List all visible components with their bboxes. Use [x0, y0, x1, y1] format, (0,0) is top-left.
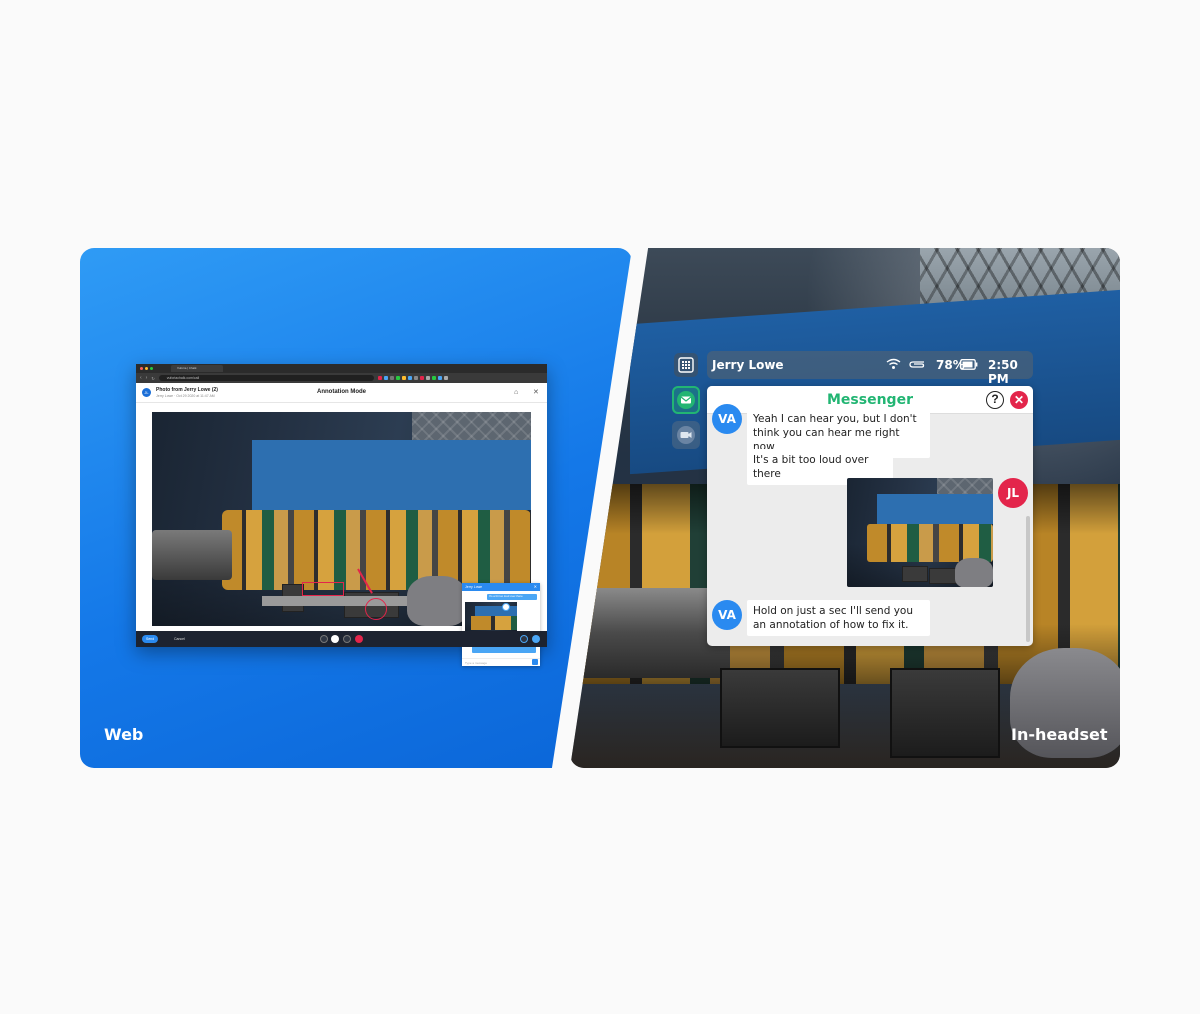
cancel-button[interactable]: Cancel: [170, 635, 189, 643]
close-icon[interactable]: ✕: [1010, 391, 1028, 409]
extension-icon[interactable]: [401, 376, 406, 380]
extension-icons: [377, 376, 448, 380]
send-icon[interactable]: [532, 659, 538, 665]
extension-icon[interactable]: [431, 376, 436, 380]
messenger-window: Messenger ? ✕ VA Yeah I can hear you, bu…: [707, 386, 1033, 646]
send-button-label: Send: [146, 637, 155, 641]
browser-tabbar: Vuforia | Chalk: [136, 364, 547, 373]
video-call-button[interactable]: [672, 421, 700, 449]
reload-icon[interactable]: ↻: [151, 376, 154, 381]
messenger-title: Messenger: [827, 392, 913, 408]
browser-urlbar: ‹ › ↻ vuforiachalk.com/call: [136, 373, 547, 383]
cancel-button-label: Cancel: [174, 637, 185, 641]
help-icon[interactable]: ?: [986, 391, 1004, 409]
extension-icon[interactable]: [419, 376, 424, 380]
extension-icon[interactable]: [437, 376, 442, 380]
user-name: Jerry Lowe: [712, 358, 784, 372]
headset-panel-label: In-headset: [1011, 725, 1108, 744]
wifi-icon: [886, 358, 901, 369]
annotation-canvas: Jerry Lowe ✕ It's a bit too loud over th…: [136, 403, 547, 666]
end-call-icon[interactable]: [355, 635, 363, 643]
chat-message: It's a bit too loud over there: [487, 594, 537, 600]
window-maximize-dot[interactable]: [150, 367, 153, 370]
extension-icon[interactable]: [407, 376, 412, 380]
chat-input[interactable]: Type a message: [462, 658, 540, 666]
extension-icon[interactable]: [377, 376, 382, 380]
chat-title: Jerry Lowe: [465, 585, 483, 589]
annotation-header: JL Photo from Jerry Lowe (2) Jerry Lowe …: [136, 383, 547, 403]
back-icon[interactable]: ‹: [140, 375, 142, 381]
url-field[interactable]: vuforiachalk.com/call: [158, 375, 374, 381]
extension-icon[interactable]: [389, 376, 394, 380]
clock-time: 2:50 PM: [988, 358, 1018, 386]
settings-icon[interactable]: [320, 635, 328, 643]
apps-grid-button[interactable]: [674, 353, 698, 377]
messenger-button[interactable]: [672, 386, 700, 414]
paperclip-icon: [909, 361, 925, 368]
scrollbar[interactable]: [1026, 516, 1030, 642]
message-icon: [677, 391, 695, 409]
extension-icon[interactable]: [383, 376, 388, 380]
message-bubble: Hold on just a sec I'll send you an anno…: [747, 600, 930, 636]
close-icon[interactable]: ✕: [533, 388, 539, 397]
annotation-circle[interactable]: [365, 598, 387, 620]
chat-panel: Jerry Lowe ✕ It's a bit too loud over th…: [462, 583, 540, 666]
extension-icon[interactable]: [413, 376, 418, 380]
send-button[interactable]: Send: [142, 635, 159, 643]
avatar: VA: [712, 404, 742, 434]
web-panel-label: Web: [104, 725, 144, 744]
browser-tab[interactable]: Vuforia | Chalk: [171, 365, 223, 372]
avatar: JL: [998, 478, 1028, 508]
avatar: VA: [712, 600, 742, 630]
page-title: Annotation Mode: [317, 389, 366, 395]
battery-icon: [960, 359, 978, 370]
annotation-toolbar: Send Cancel: [136, 631, 547, 647]
video-camera-icon: [677, 426, 695, 444]
grid-icon: [678, 357, 694, 373]
window-close-dot[interactable]: [140, 367, 143, 370]
window-minimize-dot[interactable]: [145, 367, 148, 370]
status-bar: Jerry Lowe 78% 2:50 PM: [707, 351, 1033, 386]
annotation-badge-icon: [502, 603, 510, 611]
stage: Web Vuforia | Chalk ‹ › ↻ vuforiachalk.c…: [0, 0, 1200, 1014]
hash-icon[interactable]: [343, 635, 351, 643]
forward-icon[interactable]: ›: [146, 375, 148, 381]
close-icon[interactable]: ✕: [534, 583, 537, 591]
extension-icon[interactable]: [443, 376, 448, 380]
extension-icon[interactable]: [425, 376, 430, 380]
message-photo[interactable]: [847, 478, 993, 587]
browser-window: Vuforia | Chalk ‹ › ↻ vuforiachalk.com/c…: [136, 364, 547, 666]
annotation-rectangle[interactable]: [302, 582, 344, 596]
extension-icon[interactable]: [395, 376, 400, 380]
chat-header: Jerry Lowe ✕: [462, 583, 540, 591]
chat-icon[interactable]: [532, 635, 540, 643]
cloud-upload-icon[interactable]: ⌂: [514, 388, 518, 397]
screen-share-icon[interactable]: [520, 635, 528, 643]
undo-icon[interactable]: [331, 635, 339, 643]
